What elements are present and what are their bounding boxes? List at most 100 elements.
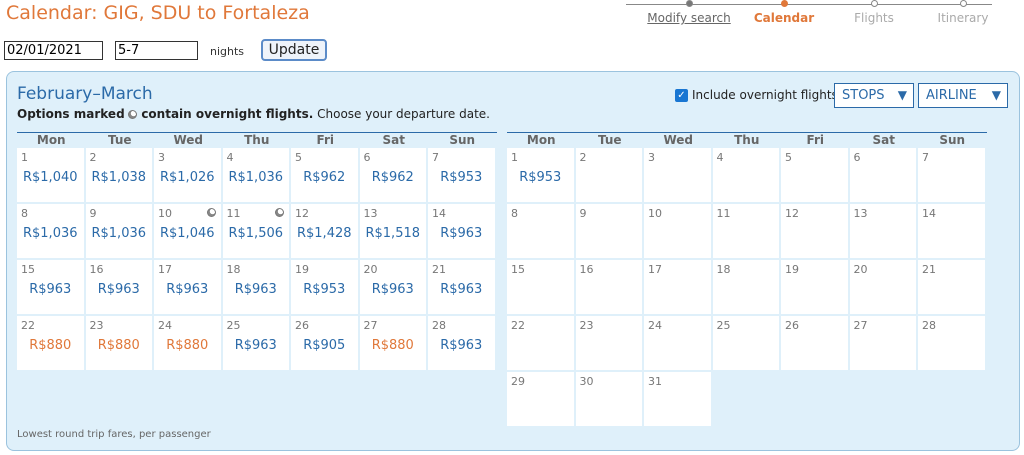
fare-price[interactable]: R$1,428	[291, 226, 358, 241]
calendar-panel: February–March Options marked contain ov…	[6, 71, 1020, 451]
march-grid: 1 R$953 2 3 4 5 6 7 8 9 10 11 12 13 14 15 16 17 18 19 20 21 22…	[507, 148, 987, 426]
fare-price[interactable]: R$963	[17, 282, 84, 297]
day-cell[interactable]: 11 R$1,506	[222, 204, 290, 258]
include-overnight-toggle[interactable]: ✓ Include overnight flights	[675, 88, 838, 102]
day-number: 17	[158, 263, 172, 276]
weekday-label: Tue	[597, 133, 622, 147]
day-cell[interactable]: 25 R$963	[222, 316, 290, 370]
day-cell: 22	[507, 316, 574, 370]
day-cell: 20	[849, 260, 916, 314]
overnight-moon-icon	[206, 208, 216, 217]
day-number: 11	[226, 207, 241, 220]
day-number: 2	[89, 151, 97, 164]
weekday-label: Sun	[449, 133, 476, 147]
fare-price[interactable]: R$963	[428, 226, 495, 241]
stops-dropdown[interactable]: STOPS ▼	[834, 83, 914, 108]
nights-input[interactable]	[115, 41, 198, 60]
day-cell[interactable]: 13 R$1,518	[359, 204, 427, 258]
day-cell[interactable]: 24 R$880	[154, 316, 221, 370]
fare-price[interactable]: R$1,036	[17, 226, 84, 241]
fare-price[interactable]: R$963	[223, 338, 290, 353]
day-cell: 31	[644, 372, 711, 426]
day-cell[interactable]: 5 R$962	[291, 148, 358, 202]
day-cell[interactable]: 22 R$880	[17, 316, 84, 370]
fare-price[interactable]: R$1,040	[17, 170, 84, 185]
fare-price[interactable]: R$953	[291, 282, 358, 297]
day-cell: 25	[712, 316, 779, 370]
day-cell[interactable]: 6 R$962	[359, 148, 427, 202]
fare-price[interactable]: R$963	[428, 338, 495, 353]
day-cell: 4	[712, 148, 779, 202]
day-cell[interactable]: 17 R$963	[154, 260, 221, 314]
fare-price[interactable]: R$1,026	[154, 170, 221, 185]
day-number: 29	[511, 375, 525, 388]
fare-price[interactable]: R$963	[360, 282, 427, 297]
day-number: 8	[21, 207, 28, 220]
day-cell[interactable]: 20 R$963	[359, 260, 427, 314]
day-number: 31	[648, 375, 662, 388]
fare-price[interactable]: R$880	[154, 338, 221, 353]
day-cell[interactable]: 12 R$1,428	[291, 204, 358, 258]
day-cell[interactable]: 3 R$1,026	[154, 148, 221, 202]
day-cell[interactable]: 4 R$1,036	[222, 148, 290, 202]
day-number: 27	[853, 319, 868, 332]
day-number: 2	[579, 151, 587, 164]
fare-price[interactable]: R$953	[428, 170, 495, 185]
step-modify-search[interactable]: Modify search	[644, 0, 734, 25]
day-cell: 18	[712, 260, 779, 314]
day-cell[interactable]: 9 R$1,036	[85, 204, 153, 258]
fare-price[interactable]: R$963	[154, 282, 221, 297]
day-number: 20	[363, 263, 378, 276]
weekday-header: Mon Tue Wed Thu Fri Sat Sun	[507, 132, 987, 147]
step-dot	[685, 0, 693, 7]
day-number: 13	[853, 207, 868, 220]
fare-price[interactable]: R$962	[291, 170, 358, 185]
day-number: 5	[295, 151, 302, 164]
fare-price[interactable]: R$963	[428, 282, 495, 297]
fare-price[interactable]: R$1,518	[360, 226, 427, 241]
triangle-down-icon: ▼	[991, 88, 1001, 102]
fare-price[interactable]: R$1,036	[223, 170, 290, 185]
checkbox-checked-icon[interactable]: ✓	[675, 88, 688, 102]
day-cell[interactable]: 26 R$905	[291, 316, 358, 370]
day-cell[interactable]: 28 R$963	[428, 316, 495, 370]
fare-price[interactable]: R$1,046	[154, 226, 221, 241]
fare-price[interactable]: R$953	[507, 170, 574, 185]
airline-dropdown[interactable]: AIRLINE ▼	[918, 83, 1008, 108]
day-cell[interactable]: 23 R$880	[85, 316, 153, 370]
day-cell[interactable]: 21 R$963	[428, 260, 495, 314]
overnight-note: Options marked contain overnight flights…	[17, 107, 490, 121]
fare-price[interactable]: R$963	[86, 282, 153, 297]
day-cell[interactable]: 27 R$880	[359, 316, 427, 370]
note-text-bold-2: contain overnight flights.	[141, 107, 314, 121]
fare-price[interactable]: R$880	[17, 338, 84, 353]
note-text-bold: Options marked	[17, 107, 125, 121]
fare-price[interactable]: R$963	[223, 282, 290, 297]
day-cell[interactable]: 16 R$963	[85, 260, 153, 314]
day-cell[interactable]: 14 R$963	[428, 204, 495, 258]
fare-price[interactable]: R$880	[360, 338, 427, 353]
day-cell: 2	[575, 148, 642, 202]
fare-price[interactable]: R$962	[360, 170, 427, 185]
day-cell[interactable]: 1 R$953	[507, 148, 574, 202]
fare-price[interactable]: R$1,506	[223, 226, 290, 241]
update-button[interactable]: Update	[261, 39, 327, 61]
day-cell[interactable]: 18 R$963	[222, 260, 290, 314]
day-number: 28	[922, 319, 936, 332]
day-cell[interactable]: 2 R$1,038	[85, 148, 153, 202]
day-cell[interactable]: 10 R$1,046	[154, 204, 221, 258]
day-number: 14	[432, 207, 446, 220]
fare-price[interactable]: R$905	[291, 338, 358, 353]
day-cell[interactable]: 15 R$963	[17, 260, 84, 314]
day-cell[interactable]: 19 R$953	[291, 260, 358, 314]
day-cell[interactable]: 1 R$1,040	[17, 148, 84, 202]
departure-date-input[interactable]	[4, 41, 103, 60]
weekday-label: Thu	[244, 133, 270, 147]
day-cell: 12	[781, 204, 848, 258]
fare-price[interactable]: R$880	[86, 338, 153, 353]
weekday-label: Fri	[316, 133, 334, 147]
fare-price[interactable]: R$1,038	[86, 170, 153, 185]
day-cell[interactable]: 8 R$1,036	[17, 204, 84, 258]
day-cell[interactable]: 7 R$953	[428, 148, 495, 202]
fare-price[interactable]: R$1,036	[86, 226, 153, 241]
